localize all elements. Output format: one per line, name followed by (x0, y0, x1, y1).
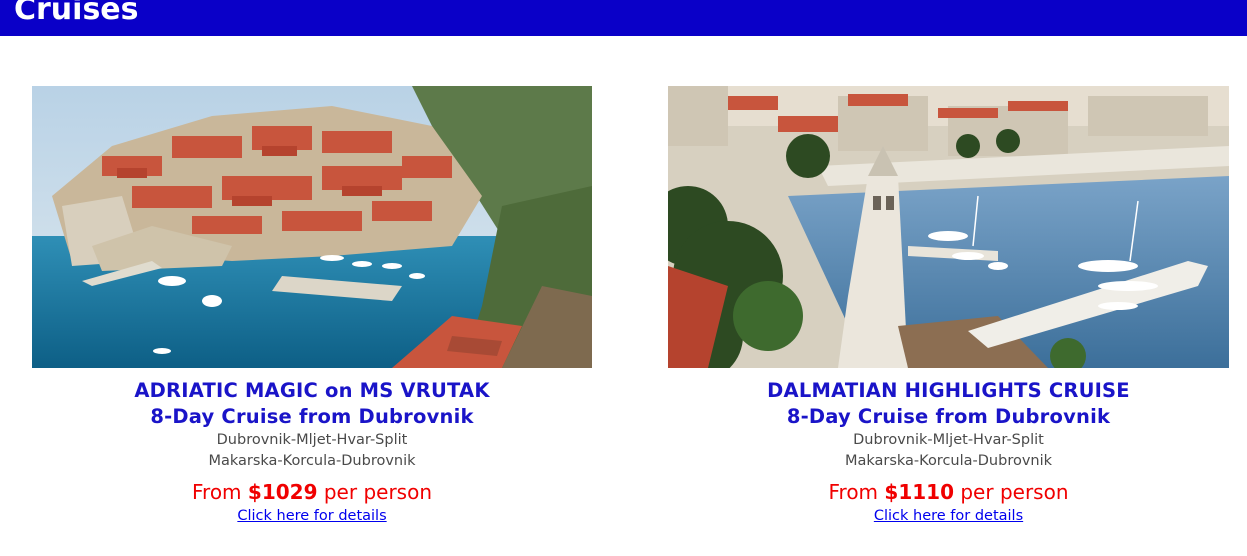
cruise-title: ADRIATIC MAGIC on MS VRUTAK (134, 379, 490, 402)
page-title: Cruises (14, 0, 139, 27)
cruise-subtitle: 8-Day Cruise from Dubrovnik (786, 405, 1111, 428)
price-suffix: per person (317, 480, 432, 504)
details-link[interactable]: Click here for details (237, 506, 386, 526)
details-link[interactable]: Click here for details (874, 506, 1023, 526)
bell-tower-marina-photo[interactable] (668, 86, 1229, 368)
price-amount: $1029 (247, 480, 318, 504)
price-text: From $1029 per person (32, 479, 592, 505)
route-line-1: Dubrovnik-Mljet-Hvar-Split (216, 432, 408, 448)
cruise-card-dalmatian-highlights: DALMATIAN HIGHLIGHTS CRUISE 8-Day Cruise… (668, 86, 1229, 526)
price-prefix: From (191, 480, 248, 504)
price-suffix: per person (954, 480, 1069, 504)
cruise-subtitle: 8-Day Cruise from Dubrovnik (150, 405, 474, 428)
price-prefix: From (828, 480, 885, 504)
page-header: Cruises (0, 0, 1247, 36)
cruise-card-adriatic-magic: ADRIATIC MAGIC on MS VRUTAK 8-Day Cruise… (32, 86, 592, 526)
price-text: From $1110 per person (668, 479, 1229, 505)
dubrovnik-harbor-photo[interactable] (32, 86, 592, 368)
route-line-2: Makarska-Korcula-Dubrovnik (844, 453, 1053, 469)
cruise-title: DALMATIAN HIGHLIGHTS CRUISE (767, 379, 1130, 402)
route-line-2: Makarska-Korcula-Dubrovnik (208, 453, 416, 469)
price-amount: $1110 (884, 480, 954, 504)
route-line-1: Dubrovnik-Mljet-Hvar-Split (853, 432, 1044, 448)
